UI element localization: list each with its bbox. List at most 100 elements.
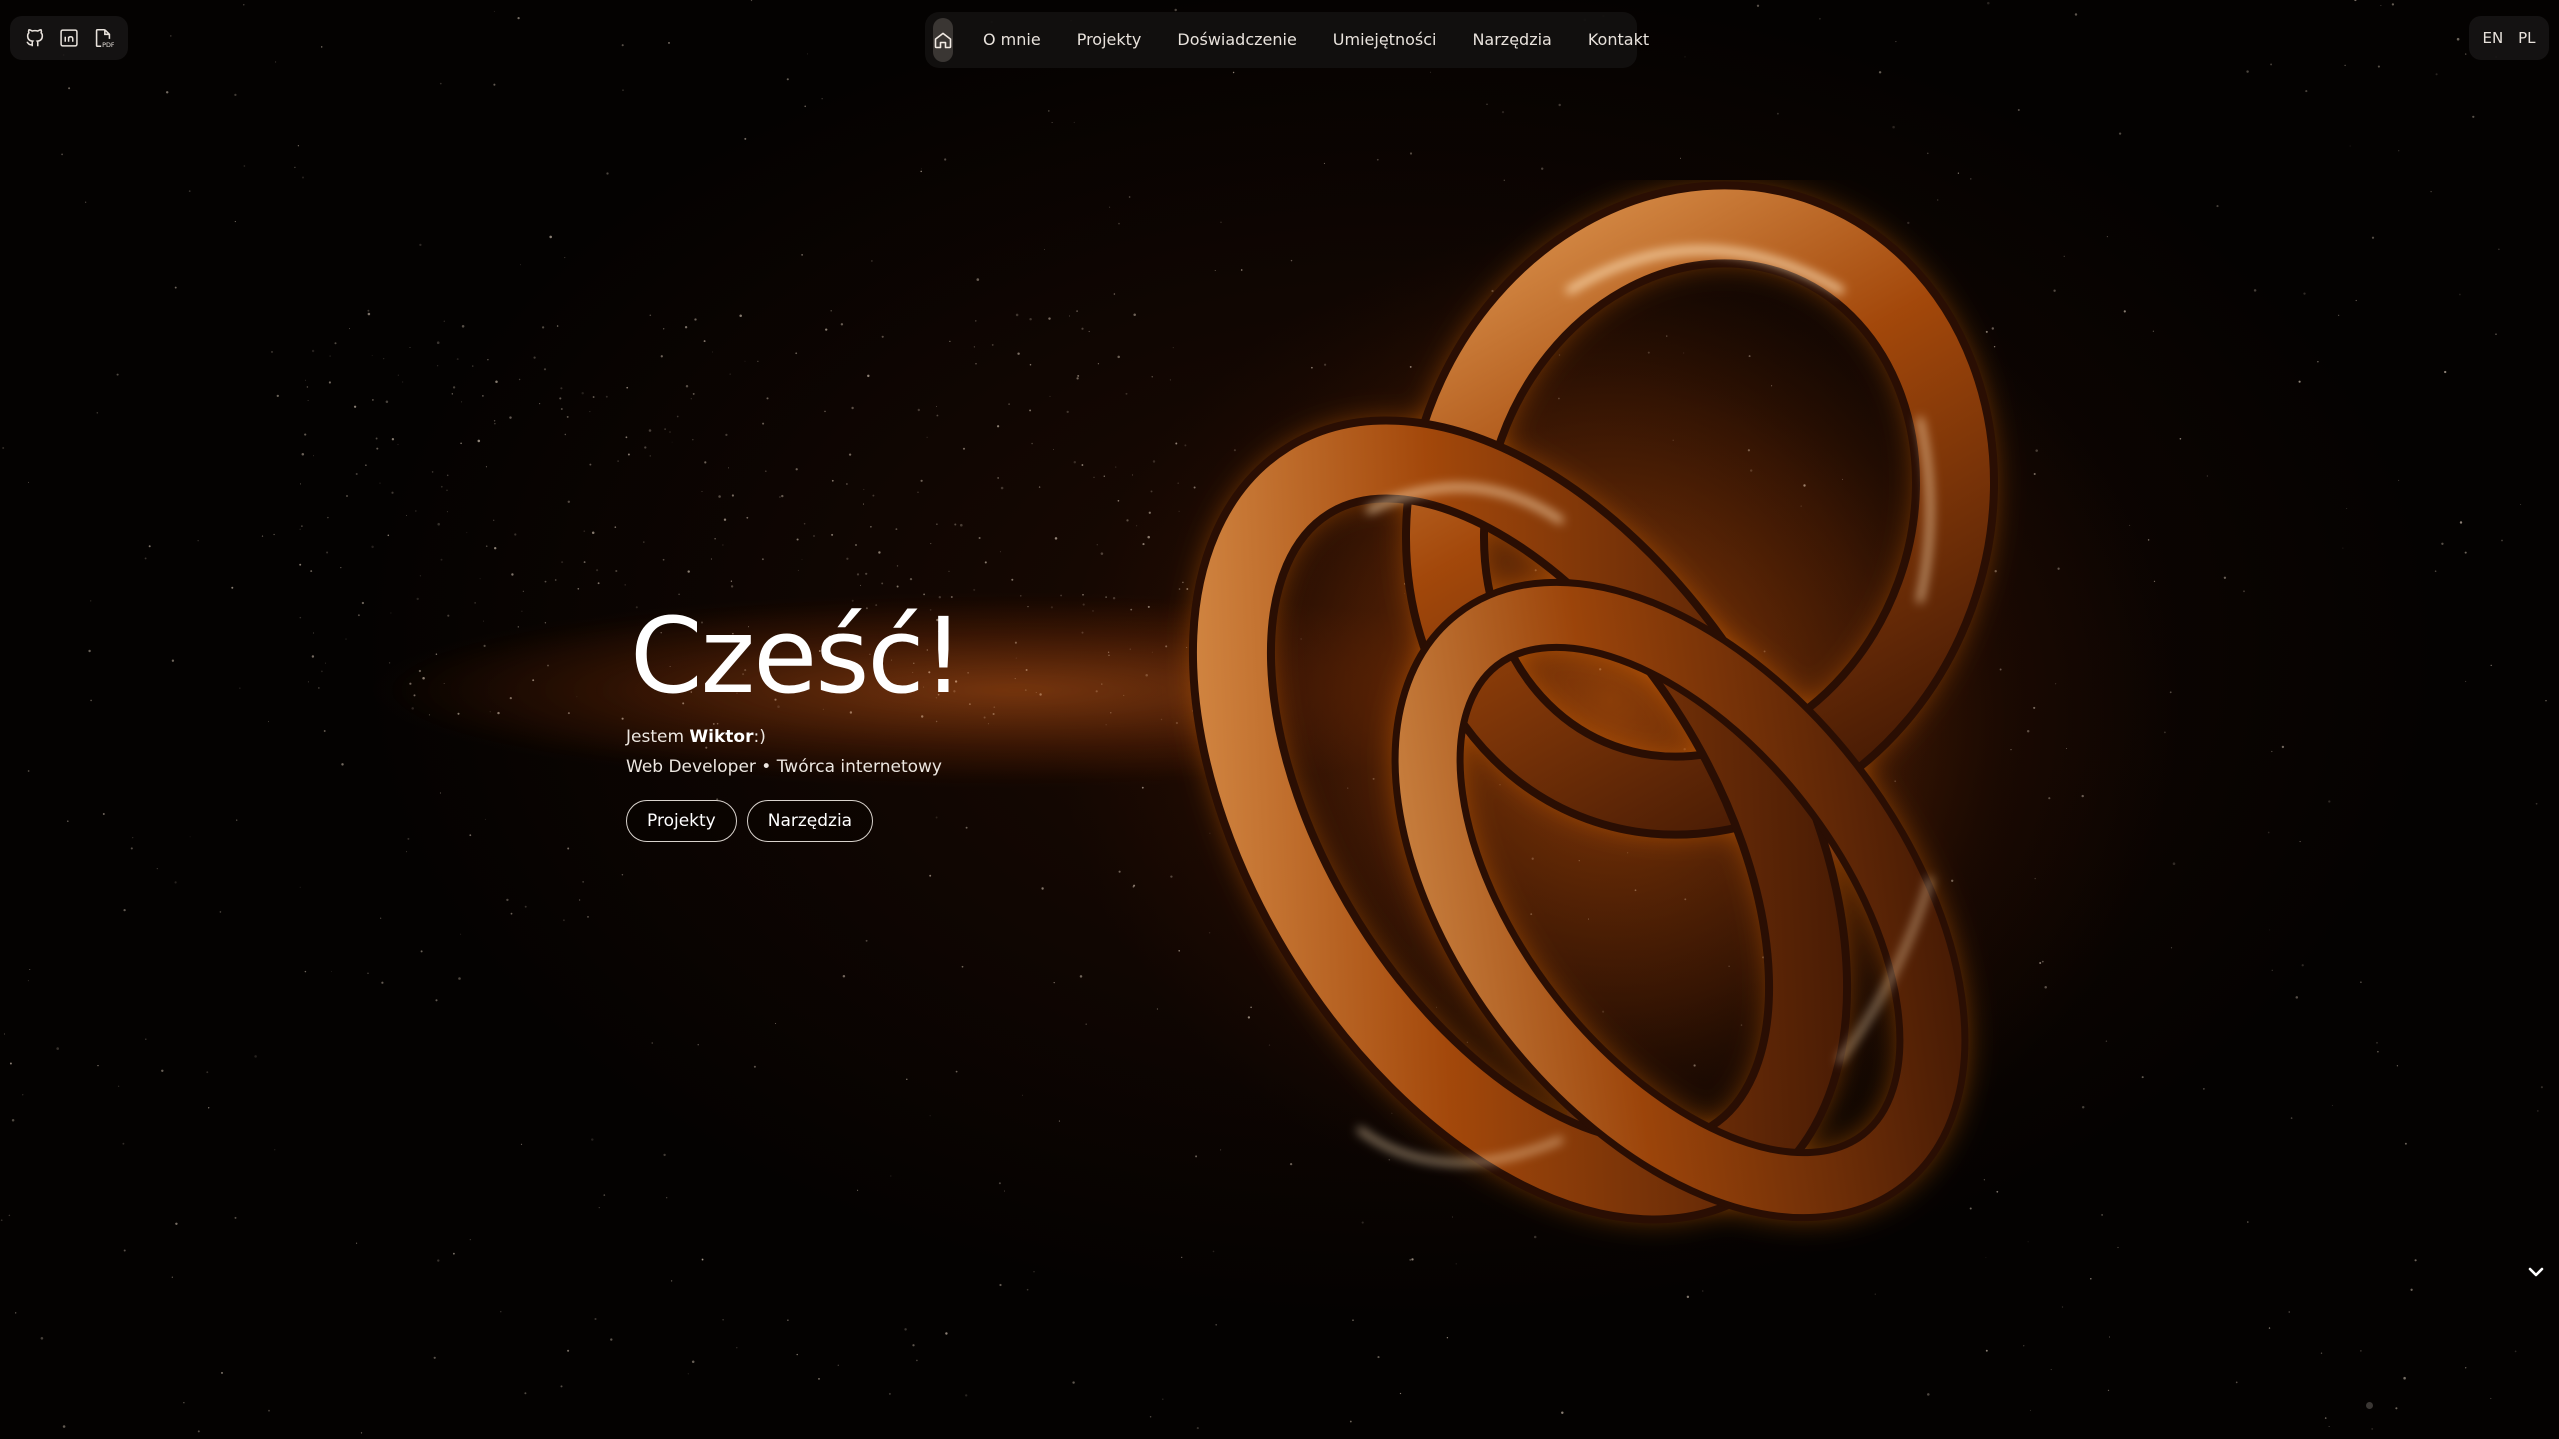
nav-home-button[interactable] [933, 18, 953, 62]
star-particle [2398, 150, 2400, 152]
nav-item-projects[interactable]: Projekty [1059, 18, 1160, 62]
star-particle [1093, 476, 1095, 478]
star-particle [610, 1338, 613, 1341]
star-particle [860, 584, 862, 586]
star-particle [824, 410, 826, 413]
star-particle [615, 569, 618, 573]
star-particle [662, 558, 665, 561]
star-particle [1131, 474, 1134, 476]
star-particle [1072, 1381, 1075, 1384]
star-particle [587, 916, 589, 918]
star-particle [514, 533, 517, 536]
star-particle [960, 523, 963, 527]
star-particle [916, 1359, 918, 1362]
star-particle [1376, 158, 1379, 161]
star-particle [409, 347, 411, 348]
pdf-cv-icon[interactable]: PDF [89, 24, 117, 52]
star-particle [556, 325, 559, 327]
star-particle [2495, 333, 2497, 336]
star-particle [451, 393, 453, 395]
star-particle [376, 447, 379, 450]
star-particle [301, 525, 303, 527]
star-particle [524, 905, 527, 908]
star-particle [671, 441, 673, 443]
star-particle [567, 500, 571, 504]
star-particle [1377, 1356, 1380, 1359]
nav-item-tools[interactable]: Narzędzia [1454, 18, 1569, 62]
star-particle [271, 350, 273, 353]
star-particle [592, 396, 595, 398]
nav-item-contact[interactable]: Kontakt [1570, 18, 1667, 62]
tools-button[interactable]: Narzędzia [746, 800, 874, 842]
star-particle [663, 328, 665, 330]
star-particle [440, 485, 443, 488]
star-particle [2106, 236, 2108, 238]
star-particle [117, 1085, 120, 1087]
star-particle [1029, 409, 1032, 412]
star-particle [243, 4, 245, 6]
star-particle [685, 384, 689, 388]
star-particle [62, 1425, 66, 1428]
star-particle [458, 977, 461, 980]
star-particle [1486, 103, 1488, 105]
lang-en-button[interactable]: EN [2482, 29, 2503, 47]
star-particle [1079, 975, 1083, 978]
star-particle [1702, 1290, 1704, 1292]
star-particle [2247, 1221, 2249, 1223]
star-particle [867, 374, 870, 378]
star-particle [2147, 539, 2150, 541]
lang-pl-button[interactable]: PL [2518, 29, 2535, 47]
star-particle [870, 525, 872, 528]
star-particle [2053, 289, 2056, 292]
star-particle [1033, 1271, 1035, 1273]
star-particle [746, 516, 749, 519]
star-particle [1215, 1323, 1218, 1326]
star-particle [2465, 680, 2467, 682]
star-particle [340, 567, 342, 569]
nav-item-skills[interactable]: Umiejętności [1315, 18, 1455, 62]
nav-item-experience[interactable]: Doświadczenie [1159, 18, 1314, 62]
star-particle [495, 380, 498, 384]
star-particle [567, 847, 570, 850]
star-particle [731, 494, 734, 497]
chevron-down-icon[interactable] [2524, 1260, 2548, 1284]
svg-text:PDF: PDF [102, 41, 114, 49]
star-particle [420, 950, 423, 953]
star-particle [0, 1219, 3, 1222]
star-particle [1686, 1295, 1690, 1299]
star-particle [439, 82, 442, 85]
star-particle [397, 374, 399, 376]
nav-item-about[interactable]: O mnie [965, 18, 1059, 62]
star-particle [596, 569, 599, 572]
star-particle [606, 172, 609, 175]
star-particle [2501, 539, 2503, 542]
star-particle [273, 533, 275, 536]
star-particle [1058, 1120, 1060, 1122]
linkedin-icon[interactable] [55, 24, 83, 52]
star-particle [649, 314, 652, 316]
star-particle [2299, 841, 2301, 843]
star-particle [2061, 1306, 2064, 1308]
star-particle [807, 53, 809, 55]
star-particle [562, 919, 565, 922]
star-particle [345, 638, 347, 640]
star-particle [643, 541, 645, 543]
star-particle [355, 472, 358, 476]
star-particle [419, 575, 422, 577]
star-particle [90, 600, 92, 602]
star-particle [85, 201, 87, 203]
star-particle [440, 558, 443, 561]
star-particle [668, 41, 670, 44]
star-particle [1776, 112, 1779, 115]
github-icon[interactable] [21, 24, 49, 52]
star-particle [1041, 887, 1044, 890]
star-particle [144, 557, 147, 560]
star-particle [446, 489, 448, 491]
star-particle [965, 1394, 968, 1397]
star-particle [1000, 486, 1004, 490]
star-particle [539, 403, 541, 405]
star-particle [723, 518, 727, 521]
star-particle [300, 483, 301, 485]
star-particle [589, 411, 591, 413]
projects-button[interactable]: Projekty [626, 800, 737, 842]
